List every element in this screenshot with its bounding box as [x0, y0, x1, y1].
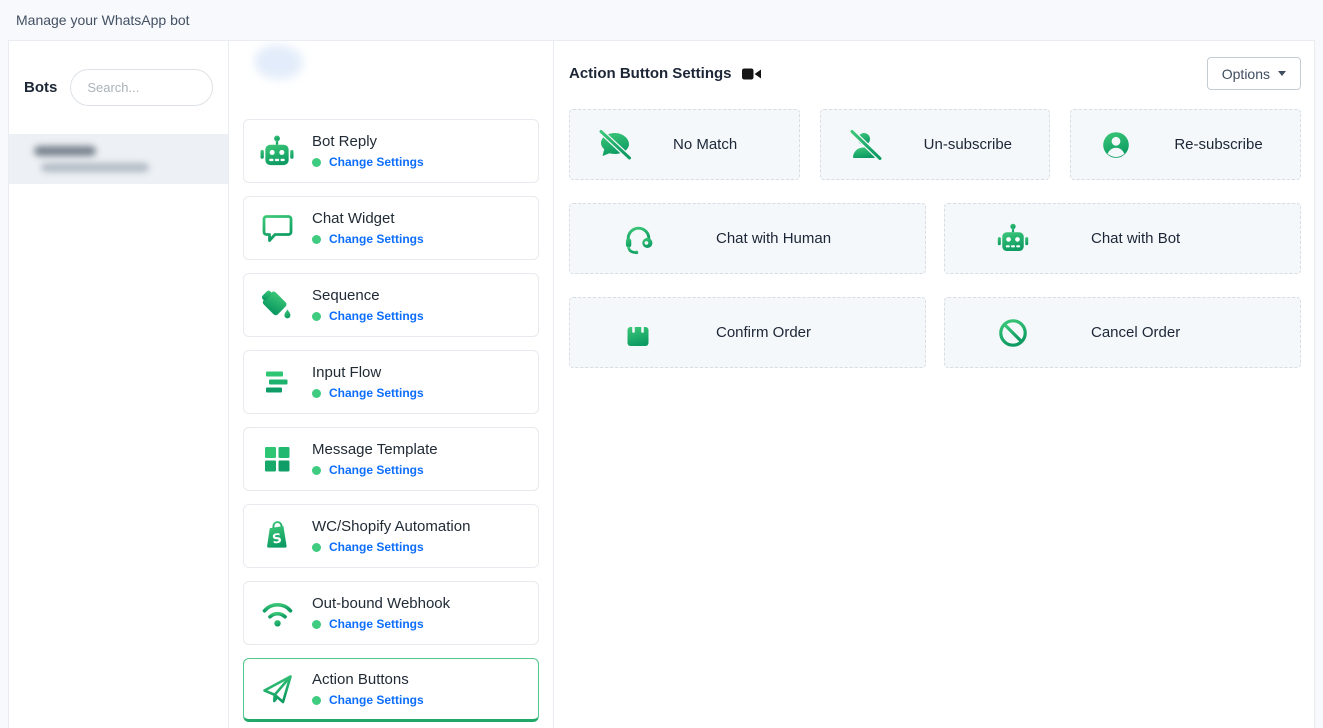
change-settings-link[interactable]: Change Settings — [329, 540, 424, 554]
settings-card-wc-shopify[interactable]: S WC/Shopify Automation Change Settings — [243, 504, 539, 568]
settings-card-bot-reply[interactable]: Bot Reply Change Settings — [243, 119, 539, 183]
status-dot — [312, 158, 321, 167]
bot-list-item-selected[interactable] — [9, 134, 228, 184]
options-button[interactable]: Options — [1207, 57, 1301, 90]
change-settings-link[interactable]: Change Settings — [329, 309, 424, 323]
tile-label: Re-subscribe — [1174, 136, 1262, 153]
action-tile-cancel-order[interactable]: Cancel Order — [944, 297, 1301, 368]
action-button-settings-panel: Action Button Settings Options — [554, 41, 1314, 728]
status-dot — [312, 543, 321, 552]
tile-label: Un-subscribe — [924, 136, 1012, 153]
panel-header: Action Button Settings Options — [554, 41, 1314, 90]
tile-label: No Match — [673, 136, 737, 153]
paper-plane-icon — [257, 672, 297, 706]
shopping-bag-icon — [620, 317, 656, 349]
change-settings-link[interactable]: Change Settings — [329, 693, 424, 707]
caret-down-icon — [1278, 71, 1286, 76]
grid-icon — [257, 443, 297, 475]
action-tile-chat-with-bot[interactable]: Chat with Bot — [944, 203, 1301, 274]
align-bars-icon — [257, 369, 297, 396]
redacted-bot-name — [34, 146, 96, 156]
panel-title: Action Button Settings — [569, 65, 731, 82]
card-title: Action Buttons — [312, 671, 424, 688]
page-title: Manage your WhatsApp bot — [16, 12, 190, 28]
card-title: Message Template — [312, 441, 438, 458]
card-title: WC/Shopify Automation — [312, 518, 470, 535]
comment-icon — [257, 212, 297, 244]
change-settings-link[interactable]: Change Settings — [329, 463, 424, 477]
card-title: Out-bound Webhook — [312, 595, 450, 612]
action-tile-chat-with-human[interactable]: Chat with Human — [569, 203, 926, 274]
status-dot — [312, 235, 321, 244]
main-panel: Bots — [8, 40, 1315, 728]
comment-slash-icon — [597, 129, 633, 161]
tile-label: Confirm Order — [716, 324, 811, 341]
sidebar-title: Bots — [24, 79, 57, 96]
user-circle-icon — [1098, 129, 1134, 161]
tile-label: Chat with Human — [716, 230, 831, 247]
tile-label: Cancel Order — [1091, 324, 1180, 341]
options-button-label: Options — [1222, 66, 1270, 82]
settings-card-input-flow[interactable]: Input Flow Change Settings — [243, 350, 539, 414]
robot-icon — [995, 223, 1031, 254]
settings-card-chat-widget[interactable]: Chat Widget Change Settings — [243, 196, 539, 260]
card-title: Chat Widget — [312, 210, 424, 227]
settings-card-message-template[interactable]: Message Template Change Settings — [243, 427, 539, 491]
status-dot — [312, 696, 321, 705]
status-dot — [312, 620, 321, 629]
card-title: Input Flow — [312, 364, 424, 381]
wifi-icon — [257, 598, 297, 628]
action-tile-un-subscribe[interactable]: Un-subscribe — [820, 109, 1051, 180]
redacted-bot-phone — [41, 163, 149, 172]
settings-card-outbound-webhook[interactable]: Out-bound Webhook Change Settings — [243, 581, 539, 645]
user-slash-icon — [848, 129, 884, 161]
card-title: Sequence — [312, 287, 424, 304]
video-camera-icon[interactable] — [742, 68, 761, 80]
fill-drip-icon — [257, 289, 297, 321]
status-dot — [312, 389, 321, 398]
action-tiles-row-2: Chat with Human Chat with Bot — [569, 203, 1301, 274]
action-tile-re-subscribe[interactable]: Re-subscribe — [1070, 109, 1301, 180]
settings-card-action-buttons[interactable]: Action Buttons Change Settings — [243, 658, 539, 722]
settings-card-sequence[interactable]: Sequence Change Settings — [243, 273, 539, 337]
settings-card-list: Bot Reply Change Settings Chat Widget — [229, 119, 553, 722]
robot-icon — [257, 135, 297, 168]
change-settings-link[interactable]: Change Settings — [329, 155, 424, 169]
top-bar: Manage your WhatsApp bot — [0, 0, 1323, 40]
settings-column: Bot Reply Change Settings Chat Widget — [229, 41, 554, 728]
blurred-avatar — [255, 45, 303, 79]
shopify-icon: S — [257, 519, 297, 553]
action-tiles-row-3: Confirm Order Cancel Order — [569, 297, 1301, 368]
tile-label: Chat with Bot — [1091, 230, 1180, 247]
change-settings-link[interactable]: Change Settings — [329, 617, 424, 631]
headset-icon — [620, 222, 656, 255]
action-tile-no-match[interactable]: No Match — [569, 109, 800, 180]
action-tile-confirm-order[interactable]: Confirm Order — [569, 297, 926, 368]
change-settings-link[interactable]: Change Settings — [329, 386, 424, 400]
status-dot — [312, 466, 321, 475]
sidebar-header: Bots — [9, 41, 228, 134]
search-input[interactable] — [70, 69, 213, 106]
status-dot — [312, 312, 321, 321]
action-tiles-row-1: No Match Un-subscribe — [569, 109, 1301, 180]
change-settings-link[interactable]: Change Settings — [329, 232, 424, 246]
card-title: Bot Reply — [312, 133, 424, 150]
ban-icon — [995, 317, 1031, 349]
bots-sidebar: Bots — [9, 41, 229, 728]
